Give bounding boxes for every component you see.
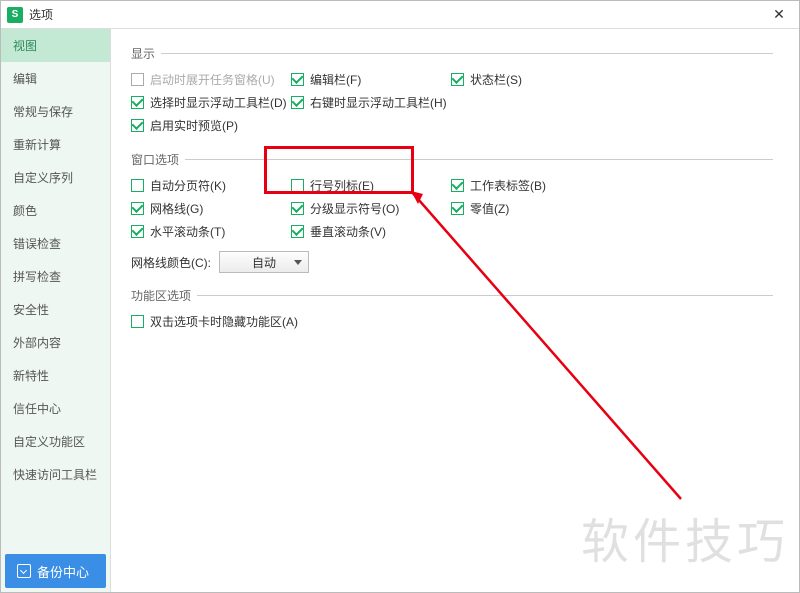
ribbon-option-0[interactable]: 双击选项卡时隐藏功能区(A): [131, 310, 451, 333]
sidebar-item-6[interactable]: 错误检查: [1, 227, 110, 260]
backup-center-button[interactable]: 备份中心: [5, 554, 106, 588]
checkbox-label: 行号列标(E): [310, 177, 374, 194]
gridline-color-label: 网格线颜色(C):: [131, 254, 211, 271]
checkbox[interactable]: [291, 73, 304, 86]
winopt-option-6[interactable]: 水平滚动条(T): [131, 220, 291, 243]
window-title: 选项: [29, 6, 765, 23]
sidebar: 视图编辑常规与保存重新计算自定义序列颜色错误检查拼写检查安全性外部内容新特性信任…: [1, 29, 111, 592]
display-option-2[interactable]: 状态栏(S): [451, 68, 611, 91]
checkbox-label: 编辑栏(F): [310, 71, 361, 88]
checkbox-label: 启用实时预览(P): [150, 117, 238, 134]
checkbox[interactable]: [131, 119, 144, 132]
checkbox[interactable]: [131, 202, 144, 215]
checkbox[interactable]: [131, 225, 144, 238]
section-display: 显示 启动时展开任务窗格(U) 编辑栏(F) 状态栏(S) 选择时显示浮动工具栏(D)…: [131, 45, 779, 137]
checkbox-label: 自动分页符(K): [150, 177, 226, 194]
winopt-option-7[interactable]: 垂直滚动条(V): [291, 220, 451, 243]
checkbox-label: 分级显示符号(O): [310, 200, 399, 217]
checkbox-label: 状态栏(S): [470, 71, 522, 88]
checkbox[interactable]: [451, 179, 464, 192]
section-display-legend: 显示: [131, 45, 779, 62]
checkbox[interactable]: [131, 315, 144, 328]
checkbox[interactable]: [131, 179, 144, 192]
checkbox[interactable]: [451, 73, 464, 86]
checkbox-label: 工作表标签(B): [470, 177, 546, 194]
options-dialog: S 选项 ✕ 视图编辑常规与保存重新计算自定义序列颜色错误检查拼写检查安全性外部…: [0, 0, 800, 593]
checkbox[interactable]: [291, 96, 304, 109]
section-window-options: 窗口选项 自动分页符(K) 行号列标(E) 工作表标签(B) 网格线(G) 分级显示符号…: [131, 151, 779, 273]
checkbox[interactable]: [291, 225, 304, 238]
close-button[interactable]: ✕: [765, 6, 793, 23]
checkbox[interactable]: [291, 179, 304, 192]
sidebar-item-2[interactable]: 常规与保存: [1, 95, 110, 128]
section-window-legend: 窗口选项: [131, 151, 779, 168]
winopt-option-0[interactable]: 自动分页符(K): [131, 174, 291, 197]
checkbox[interactable]: [291, 202, 304, 215]
winopt-option-5[interactable]: 零值(Z): [451, 197, 611, 220]
display-option-3[interactable]: 选择时显示浮动工具栏(D): [131, 91, 291, 114]
sidebar-item-1[interactable]: 编辑: [1, 62, 110, 95]
display-option-5[interactable]: 启用实时预览(P): [131, 114, 451, 137]
sidebar-item-8[interactable]: 安全性: [1, 293, 110, 326]
checkbox-label: 选择时显示浮动工具栏(D): [150, 94, 287, 111]
backup-icon: [17, 564, 31, 578]
checkbox[interactable]: [131, 96, 144, 109]
checkbox-label: 水平滚动条(T): [150, 223, 225, 240]
sidebar-list: 视图编辑常规与保存重新计算自定义序列颜色错误检查拼写检查安全性外部内容新特性信任…: [1, 29, 110, 550]
watermark-text: 软件技巧: [581, 502, 789, 572]
checkbox-label: 右键时显示浮动工具栏(H): [310, 94, 447, 111]
checkbox-label: 网格线(G): [150, 200, 203, 217]
titlebar: S 选项 ✕: [1, 1, 799, 29]
winopt-option-4[interactable]: 分级显示符号(O): [291, 197, 451, 220]
sidebar-item-13[interactable]: 快速访问工具栏: [1, 458, 110, 491]
checkbox[interactable]: [451, 202, 464, 215]
app-icon: S: [7, 7, 23, 23]
display-option-4[interactable]: 右键时显示浮动工具栏(H): [291, 91, 471, 114]
sidebar-item-7[interactable]: 拼写检查: [1, 260, 110, 293]
sidebar-item-3[interactable]: 重新计算: [1, 128, 110, 161]
checkbox: [131, 73, 144, 86]
gridline-color-dropdown[interactable]: 自动: [219, 251, 309, 273]
winopt-option-2[interactable]: 工作表标签(B): [451, 174, 611, 197]
display-option-0: 启动时展开任务窗格(U): [131, 68, 291, 91]
checkbox-label: 垂直滚动条(V): [310, 223, 386, 240]
sidebar-item-0[interactable]: 视图: [1, 29, 110, 62]
content-panel: 显示 启动时展开任务窗格(U) 编辑栏(F) 状态栏(S) 选择时显示浮动工具栏(D)…: [111, 29, 799, 592]
section-ribbon-options: 功能区选项 双击选项卡时隐藏功能区(A): [131, 287, 779, 333]
section-ribbon-legend: 功能区选项: [131, 287, 779, 304]
winopt-option-3[interactable]: 网格线(G): [131, 197, 291, 220]
checkbox-label: 零值(Z): [470, 200, 509, 217]
sidebar-item-5[interactable]: 颜色: [1, 194, 110, 227]
display-option-1[interactable]: 编辑栏(F): [291, 68, 451, 91]
sidebar-item-11[interactable]: 信任中心: [1, 392, 110, 425]
gridline-color-value: 自动: [252, 254, 276, 271]
sidebar-item-4[interactable]: 自定义序列: [1, 161, 110, 194]
sidebar-item-12[interactable]: 自定义功能区: [1, 425, 110, 458]
winopt-option-1[interactable]: 行号列标(E): [291, 174, 451, 197]
checkbox-label: 双击选项卡时隐藏功能区(A): [150, 313, 298, 330]
checkbox-label: 启动时展开任务窗格(U): [150, 71, 275, 88]
sidebar-item-10[interactable]: 新特性: [1, 359, 110, 392]
gridline-color-row: 网格线颜色(C): 自动: [131, 251, 779, 273]
sidebar-item-9[interactable]: 外部内容: [1, 326, 110, 359]
dialog-body: 视图编辑常规与保存重新计算自定义序列颜色错误检查拼写检查安全性外部内容新特性信任…: [1, 29, 799, 592]
backup-label: 备份中心: [37, 562, 89, 581]
